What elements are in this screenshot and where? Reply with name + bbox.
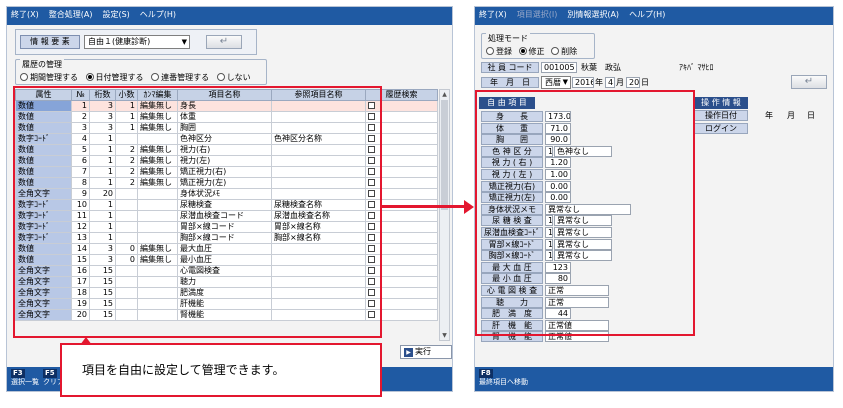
enter-button[interactable]: ↵	[791, 75, 827, 89]
employee-code-input[interactable]: 001005	[541, 62, 577, 73]
op-year-unit: 年	[765, 111, 773, 120]
era-select[interactable]: 西暦 ▼	[541, 76, 571, 89]
enter-icon: ↵	[219, 36, 229, 47]
info-element-group: 情 報 要 素 自由１(健康診断) ▼ ↵	[15, 29, 257, 55]
op-month-unit: 月	[787, 111, 795, 120]
left-menubar: 終了(X) 整合処理(A) 設定(S) ヘルプ(H)	[7, 7, 452, 21]
callout-note: 項目を自由に設定して管理できます。	[60, 343, 382, 397]
enter-icon: ↵	[804, 76, 814, 87]
employee-code-label: 社 員 コード	[481, 62, 539, 73]
menu-other-info[interactable]: 別情報選択(A)	[567, 9, 619, 20]
menu-exit[interactable]: 終了(X)	[11, 9, 39, 20]
mode-option-register[interactable]: 登録	[486, 47, 512, 56]
mode-option-delete[interactable]: 削除	[551, 47, 577, 56]
year-input[interactable]: 2016	[572, 77, 594, 88]
mode-options: 登録 修正 削除	[486, 46, 581, 57]
history-title: 履歴の管理	[20, 59, 64, 70]
play-icon: ▶	[404, 348, 413, 357]
operation-date-label: 操作日付	[694, 110, 748, 121]
arrow-right-icon	[464, 200, 474, 214]
right-menubar: 終了(X) 項目選択(I) 別情報選択(A) ヘルプ(H)	[475, 7, 833, 21]
chevron-down-icon: ▼	[562, 78, 568, 86]
mode-option-modify[interactable]: 修正	[518, 47, 545, 56]
employee-name: 秋葉 政弘	[581, 63, 621, 72]
month-unit: 月	[616, 78, 624, 87]
radio-icon	[486, 47, 494, 55]
info-element-label: 情 報 要 素	[20, 35, 80, 49]
date-label: 年 月 日	[481, 77, 539, 88]
arrow-line	[382, 205, 466, 208]
radio-selected-icon	[85, 73, 94, 81]
enter-button[interactable]: ↵	[206, 35, 242, 49]
run-button[interactable]: ▶ 実行	[400, 345, 452, 359]
menu-help[interactable]: ヘルプ(H)	[629, 9, 665, 20]
day-input[interactable]: 20	[626, 77, 640, 88]
scroll-thumb[interactable]	[441, 100, 448, 210]
info-element-select[interactable]: 自由１(健康診断) ▼	[84, 35, 190, 49]
menu-settings[interactable]: 設定(S)	[102, 9, 129, 20]
scroll-down-icon[interactable]: ▼	[440, 331, 449, 340]
history-options: 期間管理する 日付管理する 連番管理する しない	[20, 72, 256, 83]
menu-consistency[interactable]: 整合処理(A)	[49, 9, 93, 20]
left-bluebar	[7, 21, 452, 25]
chevron-down-icon: ▼	[181, 38, 187, 46]
history-option-date[interactable]: 日付管理する	[85, 73, 144, 82]
free-items-highlight-frame	[475, 90, 695, 336]
history-option-serial[interactable]: 連番管理する	[151, 73, 209, 82]
table-scrollbar[interactable]: ▲ ▼	[439, 89, 450, 341]
f8-last-item-button[interactable]: F8 最終項目へ移動	[479, 369, 528, 387]
menu-help[interactable]: ヘルプ(H)	[140, 9, 176, 20]
radio-icon	[20, 73, 28, 81]
info-element-select-value: 自由１(健康診断)	[88, 37, 151, 46]
radio-selected-icon	[518, 47, 527, 55]
mode-title: 処理モード	[486, 33, 530, 44]
history-management-group: 履歴の管理 期間管理する 日付管理する 連番管理する しない	[15, 59, 267, 85]
year-unit: 年	[595, 78, 603, 87]
operation-info-header: 操 作 情 報	[694, 97, 748, 109]
right-bluebar	[475, 21, 833, 25]
right-function-bar: F8 最終項目へ移動	[475, 367, 833, 391]
menu-exit[interactable]: 終了(X)	[479, 9, 507, 20]
radio-icon	[216, 73, 225, 81]
table-highlight-frame	[13, 86, 382, 338]
op-day-unit: 日	[807, 111, 815, 120]
scroll-up-icon[interactable]: ▲	[440, 90, 449, 99]
radio-icon	[151, 73, 160, 81]
month-input[interactable]: 4	[605, 77, 615, 88]
employee-kana: ｱｷﾊﾞ ﾏｻﾋﾛ	[679, 63, 714, 72]
radio-icon	[551, 47, 560, 55]
f3-select-list-button[interactable]: F3 選択一覧	[11, 369, 39, 387]
run-button-label: 実行	[415, 347, 431, 356]
history-option-none[interactable]: しない	[216, 73, 251, 82]
history-option-period[interactable]: 期間管理する	[20, 73, 78, 82]
login-label: ログイン	[694, 123, 748, 134]
day-unit: 日	[641, 78, 649, 87]
process-mode-group: 処理モード 登録 修正 削除	[481, 33, 595, 59]
menu-item-select[interactable]: 項目選択(I)	[517, 9, 558, 20]
